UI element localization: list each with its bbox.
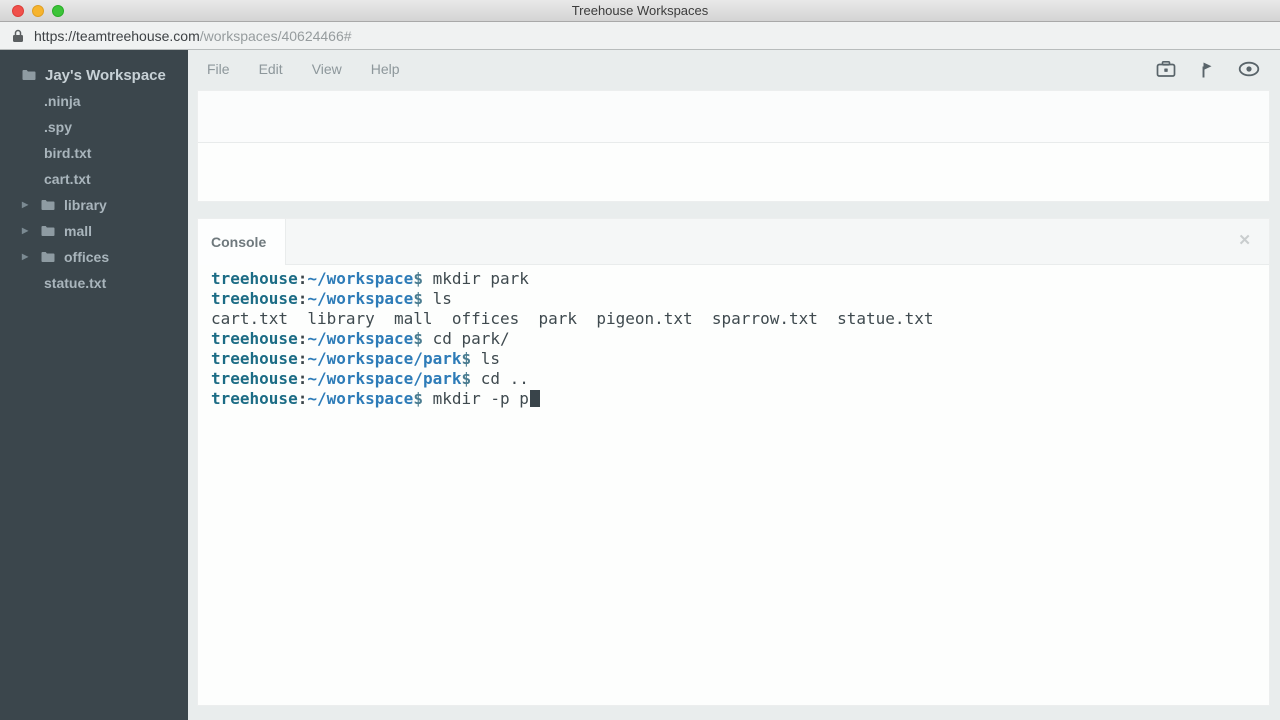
chevron-right-icon[interactable]: ▶ bbox=[22, 227, 41, 235]
sidebar-item[interactable]: ▶ offices bbox=[0, 244, 188, 270]
prompt-host: treehouse bbox=[211, 349, 298, 368]
output-text: cart.txt library mall offices park pigeo… bbox=[211, 309, 933, 328]
workspace-app: ▶ Jay's Workspace ▶ .ninja bbox=[0, 50, 1280, 720]
file-tree-sidebar: ▶ Jay's Workspace ▶ .ninja bbox=[0, 50, 188, 720]
sidebar-item[interactable]: ▶ statue.txt bbox=[0, 270, 188, 296]
prompt-colon: : bbox=[298, 289, 308, 308]
menubar: File Edit View Help bbox=[188, 50, 1280, 88]
close-console-icon[interactable]: ✕ bbox=[1238, 231, 1251, 249]
menu-item[interactable]: View bbox=[312, 61, 342, 77]
prompt-host: treehouse bbox=[211, 289, 298, 308]
console-panel: Console ✕ treehouse:~/workspace$ mkdir p… bbox=[197, 218, 1270, 706]
sidebar-item[interactable]: ▶ Jay's Workspace bbox=[0, 62, 188, 88]
sidebar-item[interactable]: ▶ cart.txt bbox=[0, 166, 188, 192]
console-line: treehouse:~/workspace/park$ cd .. bbox=[211, 369, 1269, 389]
window-title: Treehouse Workspaces bbox=[572, 3, 709, 18]
folder-icon bbox=[41, 225, 55, 237]
eye-icon[interactable] bbox=[1238, 61, 1260, 77]
sidebar-item-label: statue.txt bbox=[44, 275, 106, 291]
prompt-colon: : bbox=[298, 389, 308, 408]
prompt-host: treehouse bbox=[211, 269, 298, 288]
console-line: treehouse:~/workspace$ cd park/ bbox=[211, 329, 1269, 349]
lock-icon bbox=[12, 29, 24, 43]
sidebar-item-label: Jay's Workspace bbox=[45, 67, 166, 84]
zoom-window-button[interactable] bbox=[52, 5, 64, 17]
url-path: /workspaces/40624466# bbox=[200, 28, 352, 44]
close-window-button[interactable] bbox=[12, 5, 24, 17]
console-tab-bar: Console ✕ bbox=[198, 219, 1269, 265]
main-area: File Edit View Help bbox=[188, 50, 1280, 720]
menubar-icons bbox=[1156, 60, 1260, 79]
prompt-path: ~/workspace/park bbox=[307, 349, 461, 368]
folder-icon bbox=[41, 199, 55, 211]
sidebar-item[interactable]: ▶ bird.txt bbox=[0, 140, 188, 166]
url-text[interactable]: https://teamtreehouse.com/workspaces/406… bbox=[34, 28, 352, 44]
fork-icon[interactable] bbox=[1199, 60, 1215, 79]
prompt-host: treehouse bbox=[211, 389, 298, 408]
prompt-path: ~/workspace bbox=[307, 329, 413, 348]
sidebar-item-label: offices bbox=[64, 249, 109, 265]
prompt-colon: : bbox=[298, 349, 308, 368]
prompt-colon: : bbox=[298, 269, 308, 288]
prompt-host: treehouse bbox=[211, 329, 298, 348]
prompt-path: ~/workspace bbox=[307, 289, 413, 308]
command-text: mkdir park bbox=[423, 269, 529, 288]
editor-card bbox=[197, 90, 1270, 202]
prompt-colon: : bbox=[298, 329, 308, 348]
menu-item[interactable]: Help bbox=[371, 61, 400, 77]
command-text: cd .. bbox=[471, 369, 529, 388]
console-line: treehouse:~/workspace$ mkdir park bbox=[211, 269, 1269, 289]
prompt-path: ~/workspace bbox=[307, 269, 413, 288]
prompt-dollar: $ bbox=[413, 329, 423, 348]
prompt-dollar: $ bbox=[413, 289, 423, 308]
folder-icon bbox=[22, 69, 36, 81]
prompt-dollar: $ bbox=[413, 269, 423, 288]
prompt-path: ~/workspace/park bbox=[307, 369, 461, 388]
editor-pane[interactable] bbox=[198, 143, 1269, 201]
sidebar-item-label: .ninja bbox=[44, 93, 81, 109]
sidebar-item[interactable]: ▶ .ninja bbox=[0, 88, 188, 114]
window-titlebar: Treehouse Workspaces bbox=[0, 0, 1280, 22]
address-bar[interactable]: https://teamtreehouse.com/workspaces/406… bbox=[0, 22, 1280, 50]
console-line: treehouse:~/workspace/park$ ls bbox=[211, 349, 1269, 369]
folder-icon bbox=[41, 251, 55, 263]
url-host: https://teamtreehouse.com bbox=[34, 28, 200, 44]
sidebar-item-label: .spy bbox=[44, 119, 72, 135]
sidebar-item-label: bird.txt bbox=[44, 145, 91, 161]
traffic-lights bbox=[12, 5, 64, 17]
sidebar-item[interactable]: ▶ .spy bbox=[0, 114, 188, 140]
tab-console[interactable]: Console bbox=[198, 219, 286, 265]
editor-tab-strip[interactable] bbox=[198, 91, 1269, 143]
prompt-dollar: $ bbox=[461, 349, 471, 368]
chevron-right-icon[interactable]: ▶ bbox=[22, 253, 41, 261]
command-text: ls bbox=[423, 289, 452, 308]
sidebar-item-label: cart.txt bbox=[44, 171, 91, 187]
sidebar-item[interactable]: ▶ library bbox=[0, 192, 188, 218]
console-line: treehouse:~/workspace$ mkdir -p p bbox=[211, 389, 1269, 409]
minimize-window-button[interactable] bbox=[32, 5, 44, 17]
command-text: ls bbox=[471, 349, 500, 368]
prompt-colon: : bbox=[298, 369, 308, 388]
sidebar-item[interactable]: ▶ mall bbox=[0, 218, 188, 244]
prompt-host: treehouse bbox=[211, 369, 298, 388]
console-output[interactable]: treehouse:~/workspace$ mkdir parktreehou… bbox=[198, 265, 1269, 705]
prompt-path: ~/workspace bbox=[307, 389, 413, 408]
menu-items: File Edit View Help bbox=[207, 61, 429, 77]
text-cursor bbox=[530, 390, 540, 407]
prompt-dollar: $ bbox=[413, 389, 423, 408]
console-line: treehouse:~/workspace$ ls bbox=[211, 289, 1269, 309]
menu-item[interactable]: File bbox=[207, 61, 230, 77]
chevron-right-icon[interactable]: ▶ bbox=[22, 201, 41, 209]
console-tab-label: Console bbox=[211, 234, 266, 250]
menu-item[interactable]: Edit bbox=[259, 61, 283, 77]
sidebar-item-label: library bbox=[64, 197, 107, 213]
command-text: mkdir -p p bbox=[423, 389, 529, 408]
command-text: cd park/ bbox=[423, 329, 510, 348]
screen: Treehouse Workspaces https://teamtreehou… bbox=[0, 0, 1280, 720]
camera-icon[interactable] bbox=[1156, 60, 1176, 78]
prompt-dollar: $ bbox=[461, 369, 471, 388]
console-line: cart.txt library mall offices park pigeo… bbox=[211, 309, 1269, 329]
sidebar-item-label: mall bbox=[64, 223, 92, 239]
